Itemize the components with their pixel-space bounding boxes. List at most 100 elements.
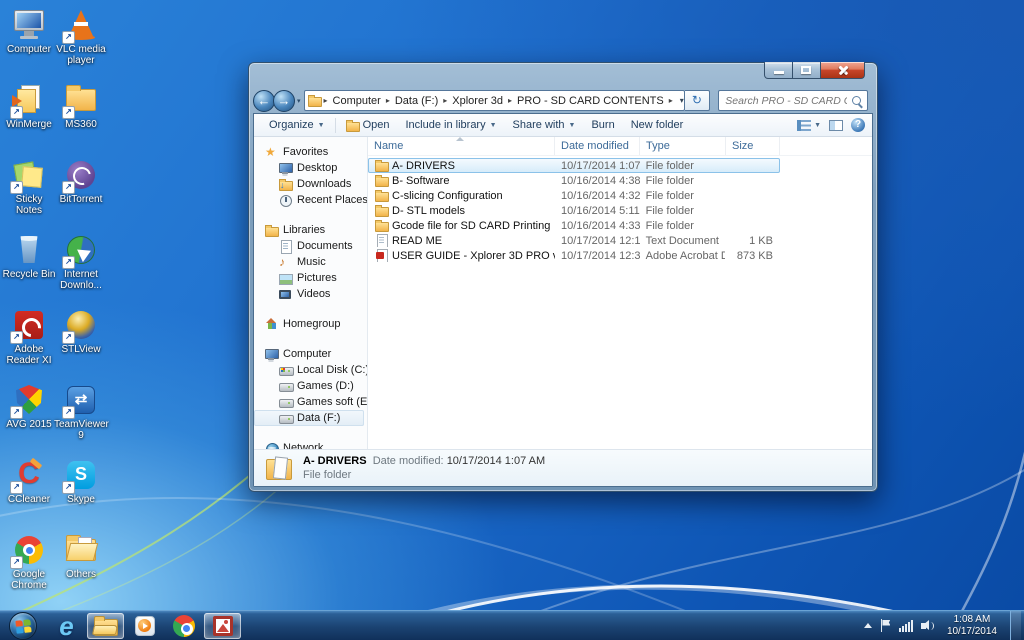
- desktop-icon-teamviewer[interactable]: ⇄ TeamViewer 9: [54, 383, 109, 441]
- column-header-type[interactable]: Type: [640, 137, 726, 155]
- file-row[interactable]: B- Software 10/16/2014 4:38 PMFile folde…: [368, 173, 780, 188]
- media-player-icon: [134, 615, 155, 636]
- sidebar-item-computer[interactable]: Computer: [254, 346, 367, 362]
- sidebar-item-local-disk-c[interactable]: Local Disk (C:): [254, 362, 367, 378]
- search-input[interactable]: [719, 91, 867, 111]
- sidebar-item-games-d[interactable]: Games (D:): [254, 378, 367, 394]
- back-button[interactable]: ←: [253, 89, 275, 112]
- breadcrumb-arrow-icon: ▸: [443, 96, 448, 105]
- sort-ascending-icon: [456, 137, 464, 141]
- desktop-icon-ccleaner[interactable]: C CCleaner: [2, 458, 56, 506]
- taskbar-item-internet-explorer[interactable]: e: [48, 611, 85, 640]
- desktop-icon-ms360[interactable]: MS360: [54, 83, 108, 130]
- file-row[interactable]: D- STL models 10/16/2014 5:11 PMFile fol…: [368, 203, 780, 218]
- desktop-icon-stlview[interactable]: STLView: [54, 308, 108, 355]
- show-hidden-icons-button[interactable]: [863, 623, 872, 628]
- window-body: Organize ▼ Open Include in library ▼ Share…: [253, 113, 873, 487]
- ccleaner-icon: C: [10, 458, 46, 494]
- minimize-button[interactable]: [764, 62, 793, 79]
- sidebar-item-videos[interactable]: Videos: [254, 286, 367, 302]
- taskbar-item-chrome[interactable]: [165, 613, 202, 639]
- address-bar[interactable]: ▸ Computer ▸ Data (F:) ▸ Xplorer 3d ▸ PR…: [303, 90, 685, 111]
- start-button[interactable]: [9, 611, 37, 640]
- taskbar-item-picture-manager[interactable]: [204, 612, 241, 639]
- desktop-icon-vlc[interactable]: VLC media player: [54, 8, 108, 66]
- show-desktop-button[interactable]: [1010, 610, 1021, 640]
- desktop-icon-label: Internet Downlo...: [60, 269, 102, 291]
- adobe-reader-icon: [10, 308, 46, 344]
- desktop-icon-label: WinMerge: [6, 119, 52, 130]
- forward-button[interactable]: →: [273, 89, 295, 112]
- breadcrumb-computer[interactable]: Computer: [331, 95, 383, 107]
- action-center-flag-icon[interactable]: [880, 619, 891, 632]
- sidebar-item-favorites[interactable]: ★ Favorites: [254, 144, 367, 160]
- change-view-button[interactable]: ▼: [797, 119, 821, 131]
- sidebar-item-data-f[interactable]: Data (F:): [254, 410, 364, 426]
- toolbar-divider: [334, 117, 336, 133]
- column-header-date[interactable]: Date modified: [555, 137, 640, 155]
- column-header-size[interactable]: Size: [726, 137, 780, 155]
- details-name: A- DRIVERS: [303, 455, 367, 467]
- breadcrumb-pro-sd-card[interactable]: PRO - SD CARD CONTENTS: [515, 95, 666, 107]
- taskbar-item-media-player[interactable]: [126, 613, 163, 639]
- open-button[interactable]: Open: [338, 117, 398, 134]
- desktop-icon-recycle-bin[interactable]: Recycle Bin: [2, 233, 56, 280]
- breadcrumb-arrow-icon: ▸: [323, 96, 328, 105]
- drive-icon: [279, 412, 294, 425]
- sidebar-item-libraries[interactable]: Libraries: [254, 222, 367, 238]
- include-in-library-button[interactable]: Include in library ▼: [398, 117, 505, 133]
- organize-button[interactable]: Organize ▼: [261, 117, 333, 133]
- chevron-down-icon: ▼: [814, 121, 821, 129]
- desktop-icon-adobe-reader[interactable]: Adobe Reader XI: [2, 308, 56, 366]
- sidebar-item-homegroup[interactable]: Homegroup: [254, 316, 367, 332]
- taskbar-clock[interactable]: 1:08 AM 10/17/2014: [942, 614, 1002, 638]
- network-signal-icon[interactable]: [898, 619, 913, 632]
- desktop-icon-avg[interactable]: AVG 2015: [2, 383, 56, 430]
- sidebar-item-desktop[interactable]: Desktop: [254, 160, 367, 176]
- desktop-icon-label: Skype: [67, 494, 95, 505]
- taskbar-item-explorer-active[interactable]: [87, 612, 124, 639]
- folder-icon: [375, 174, 389, 187]
- desktop-icon-skype[interactable]: S Skype: [54, 458, 108, 505]
- sidebar-item-pictures[interactable]: Pictures: [254, 270, 367, 286]
- share-with-button[interactable]: Share with ▼: [505, 117, 584, 133]
- refresh-button[interactable]: ↻: [684, 90, 711, 111]
- help-icon[interactable]: ?: [851, 118, 865, 132]
- column-header-name[interactable]: Name: [368, 137, 555, 155]
- sidebar-item-documents[interactable]: Documents: [254, 238, 367, 254]
- chrome-icon: [172, 614, 195, 637]
- desktop-icon-idm[interactable]: Internet Downlo...: [54, 233, 108, 291]
- volume-icon[interactable]: [920, 619, 934, 632]
- maximize-button[interactable]: [793, 62, 820, 79]
- new-folder-button[interactable]: New folder: [623, 117, 692, 133]
- desktop-icon-others[interactable]: Others: [54, 533, 108, 580]
- breadcrumb-xplorer3d[interactable]: Xplorer 3d: [450, 95, 505, 107]
- desktop-icon-winmerge[interactable]: WinMerge: [2, 83, 56, 130]
- sidebar-item-recent-places[interactable]: Recent Places: [254, 192, 367, 208]
- desktop-icon-sticky-notes[interactable]: Sticky Notes: [2, 158, 56, 216]
- sidebar-item-music[interactable]: ♪ Music: [254, 254, 367, 270]
- breadcrumb-data-f[interactable]: Data (F:): [393, 95, 440, 107]
- bittorrent-icon: [62, 158, 98, 194]
- file-row[interactable]: READ ME 10/17/2014 12:13 ...Text Documen…: [368, 233, 780, 248]
- preview-pane-icon[interactable]: [829, 119, 843, 131]
- file-row-selected[interactable]: A- DRIVERS 10/17/2014 1:07 AMFile folder: [368, 158, 780, 173]
- desktop-icon-bittorrent[interactable]: BitTorrent: [54, 158, 108, 205]
- sidebar-item-network[interactable]: Network: [254, 440, 367, 449]
- close-button[interactable]: [820, 62, 865, 79]
- pdf-icon: [375, 249, 388, 262]
- system-tray: 1:08 AM 10/17/2014: [863, 610, 1024, 640]
- drive-icon: [279, 380, 294, 393]
- search-box[interactable]: [718, 90, 868, 111]
- sticky-notes-icon: [10, 158, 46, 194]
- file-row[interactable]: USER GUIDE - Xplorer 3D PRO v1.0.1 10/17…: [368, 248, 780, 263]
- sidebar-item-downloads[interactable]: Downloads: [254, 176, 367, 192]
- file-row[interactable]: C-slicing Configuration 10/16/2014 4:32 …: [368, 188, 780, 203]
- desktop-icon-label: Recycle Bin: [2, 269, 56, 280]
- desktop-icon-chrome[interactable]: Google Chrome: [2, 533, 56, 591]
- burn-button[interactable]: Burn: [583, 117, 622, 133]
- file-row[interactable]: Gcode file for SD CARD Printing 10/16/20…: [368, 218, 780, 233]
- recent-pages-chevron-icon[interactable]: ▾: [297, 97, 301, 105]
- desktop-icon-computer[interactable]: Computer: [2, 8, 56, 55]
- sidebar-item-games-soft-e[interactable]: Games soft (E:): [254, 394, 367, 410]
